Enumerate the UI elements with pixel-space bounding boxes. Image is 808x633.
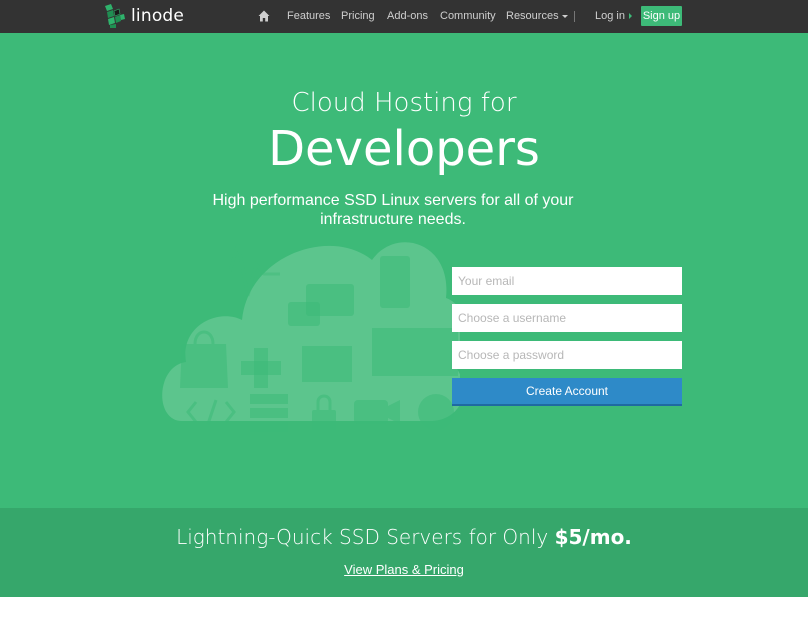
brand-name: linode [131,6,185,26]
linode-logo[interactable]: linode [104,2,184,30]
pricing-promo-band: Lightning-Quick SSD Servers for Only $5/… [0,508,808,597]
nav-login-label: Log in [595,10,625,22]
hero-title-line1: Cloud Hosting for [291,88,517,118]
create-account-button[interactable]: Create Account [452,378,682,406]
hero-section: Cloud Hosting for Developers High perfor… [0,33,808,508]
view-plans-link[interactable]: View Plans & Pricing [0,562,808,577]
signup-button[interactable]: Sign up [641,6,682,26]
email-field[interactable] [452,267,682,295]
nav-divider [574,11,575,22]
chevron-down-icon [561,14,568,18]
nav-resources-dropdown[interactable]: Resources [506,0,568,33]
nav-community-link[interactable]: Community [440,0,496,33]
nav-pricing-link[interactable]: Pricing [341,0,375,33]
password-field[interactable] [452,341,682,369]
nav-resources-label: Resources [506,10,559,22]
arrow-right-icon [628,13,632,20]
hero-title-line2: Developers [268,121,540,177]
promo-price: $5/mo. [554,525,632,549]
username-field[interactable] [452,304,682,332]
shopping-bag-icon [180,344,228,388]
nav-login-link[interactable]: Log in [595,0,632,33]
top-navigation-bar: linode Features Pricing Add-ons Communit… [0,0,808,33]
linode-logo-icon [105,4,125,28]
nav-addons-link[interactable]: Add-ons [387,0,428,33]
cloud-services-illustration [162,242,460,432]
nav-features-link[interactable]: Features [287,0,330,33]
promo-headline: Lightning-Quick SSD Servers for Only $5/… [0,525,808,549]
promo-text: Lightning-Quick SSD Servers for Only [176,525,549,549]
home-icon[interactable] [258,10,270,22]
